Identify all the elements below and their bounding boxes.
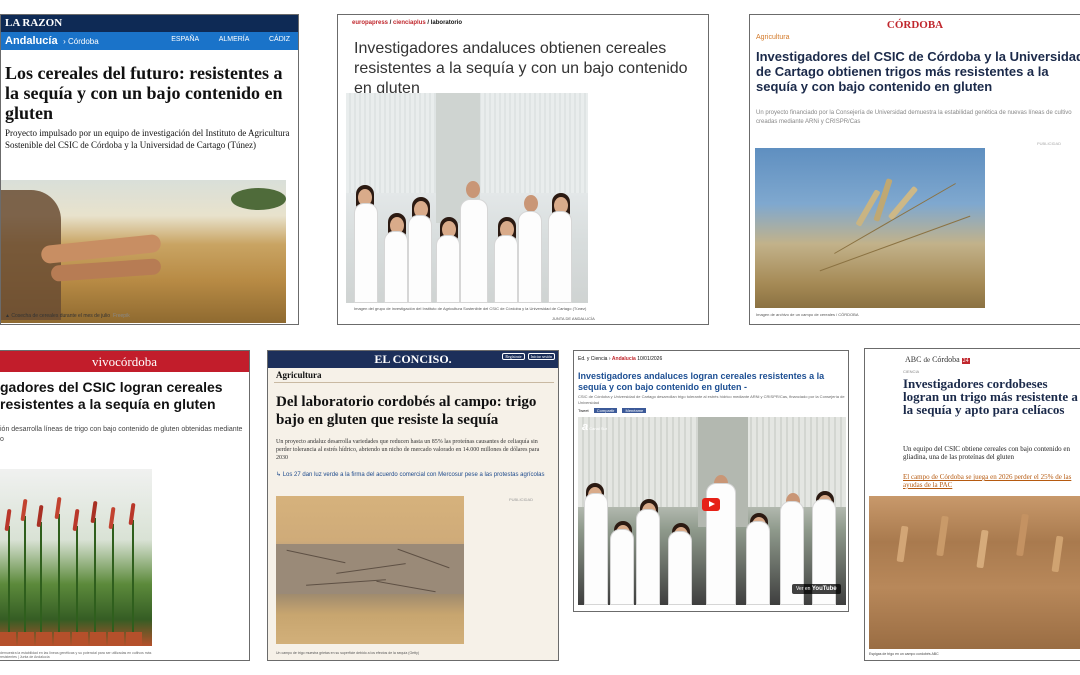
divider [274,382,554,383]
article-clip-larazon[interactable]: LA RAZON Andalucía › Córdoba ESPAÑA ALME… [0,14,299,325]
photo-caption: Espigas de trigo en un campo cordobés AB… [869,652,939,656]
youtube-icon: YouTube [811,586,837,592]
article-lede: CSIC de Córdoba y Universidad de Cartago… [578,394,845,405]
nav-link[interactable]: ALMERÍA [219,36,249,43]
breadcrumb-item[interactable]: Andalucía [612,356,636,362]
breadcrumb-item[interactable]: Ed. y Ciencia [578,356,607,362]
article-clip-video[interactable]: Ed. y Ciencia › Andalucía 10/01/2026 Inv… [573,350,849,612]
share-bar: Tweet Compartir Menéame [578,408,650,413]
breadcrumb-item[interactable]: cienciaplus [393,20,426,26]
related-link[interactable]: El campo de Córdoba se juega en 2026 per… [903,473,1080,489]
breadcrumb-item[interactable]: europapress [352,20,388,26]
breadcrumb-item[interactable]: laboratorio [431,20,462,26]
register-button[interactable]: Regístrate [502,353,525,360]
meneame-button[interactable]: Menéame [622,408,647,413]
photo-caption: Un campo de trigo muestra grietas en su … [276,651,419,655]
section-label[interactable]: CIENCIA [903,369,919,374]
tweet-button[interactable]: Tweet [578,408,589,413]
article-lede: Un proyecto financiado por la Consejería… [756,110,1072,125]
section-label[interactable]: Agricultura [756,34,789,41]
brand-badge: 24 [961,358,970,364]
section-label[interactable]: Agricultura [276,370,322,380]
nav-sub[interactable]: › Córdoba [63,37,99,46]
nav-links: ESPAÑA ALMERÍA CÁDIZ [153,36,290,43]
article-clip-europapress[interactable]: europapress / cienciaplus / laboratorio … [337,14,709,325]
nav-region[interactable]: Andalucía [5,35,58,47]
article-clip-cordoba[interactable]: CÓRDOBA Agricultura Investigadores del C… [749,14,1080,325]
photo-caption: Imagen del grupo de investigación del In… [354,306,587,311]
article-photo-wheat-pots [0,469,152,646]
related-link[interactable]: ↳ Los 27 dan luz verde a la firma del ac… [276,471,546,478]
ad-label: PUBLICIDAD [509,497,534,502]
article-headline[interactable]: Investigadores del CSIC de Córdoba y la … [756,49,1080,94]
article-lede: ión desarrolla líneas de trigo con bajo … [0,426,243,443]
article-lede: Un proyecto andaluz desarrolla variedade… [276,439,540,461]
watch-on-youtube-button[interactable]: Ver en YouTube [792,584,841,594]
site-nav: Andalucía › Córdoba ESPAÑA ALMERÍA CÁDIZ [1,32,298,50]
breadcrumb: Ed. y Ciencia › Andalucía 10/01/2026 [578,356,663,362]
photo-caption: demuestra la estabilidad en las líneas g… [0,651,152,659]
article-photo-research-team [346,93,588,303]
facebook-share-button[interactable]: Compartir [593,408,618,413]
photo-credit: Freepik [113,313,130,319]
article-photo-wheat-closeup [869,496,1080,649]
article-clip-vivocordoba[interactable]: vivocórdoba gadores del CSIC logran cere… [0,350,250,661]
login-button[interactable]: Iniciar sesión [527,353,555,360]
article-headline[interactable]: gadores del CSIC logran cereales resiste… [0,379,249,413]
article-clip-confidencial[interactable]: EL CONCISO. Regístrate Iniciar sesión Ag… [267,350,559,661]
article-headline[interactable]: Los cereales del futuro: resistentes a l… [5,63,297,123]
account-buttons: Regístrate Iniciar sesión [500,353,555,360]
article-headline[interactable]: Del laboratorio cordobés al campo: trigo… [276,393,546,429]
channel-logo: a Canal Sur [582,421,608,433]
site-logo[interactable]: vivocórdoba [0,351,249,372]
site-logo[interactable]: LA RAZON [1,15,298,32]
photo-caption: Imagen de archivo de un campo de cereale… [756,312,859,317]
video-thumbnail[interactable] [578,417,846,605]
play-icon[interactable] [702,498,720,511]
article-photo-cracked-soil [276,496,464,644]
article-headline[interactable]: Investigadores cordobeses logran un trig… [903,377,1080,416]
nav-link[interactable]: CÁDIZ [269,36,290,43]
article-date: 10/01/2026 [637,356,663,362]
site-logo[interactable]: EL CONCISO. Regístrate Iniciar sesión [268,351,558,368]
photo-credit: JUNTA DE ANDALUCÍA [552,316,595,321]
photo-caption: ▲ Cosecha de cereales durante el mes de … [5,313,130,319]
article-clip-abc[interactable]: ABC de Córdoba 24 CIENCIA Investigadores … [864,348,1080,661]
nav-link[interactable]: ESPAÑA [171,36,199,43]
article-lede: Proyecto impulsado por un equipo de inve… [5,128,290,150]
breadcrumb: europapress / cienciaplus / laboratorio [352,20,463,26]
article-headline[interactable]: Investigadores andaluces obtienen cereal… [354,39,704,99]
site-logo[interactable]: CÓRDOBA [750,19,1080,31]
ad-label: PUBLICIDAD [1037,141,1062,146]
article-photo-wheat-field [1,180,286,323]
article-headline[interactable]: Investigadores andaluces logran cereales… [578,371,846,393]
site-logo[interactable]: ABC de Córdoba 24 [905,355,970,364]
article-photo-wheat-ears [755,148,985,308]
article-lede: Un equipo del CSIC obtiene cereales con … [903,445,1070,461]
